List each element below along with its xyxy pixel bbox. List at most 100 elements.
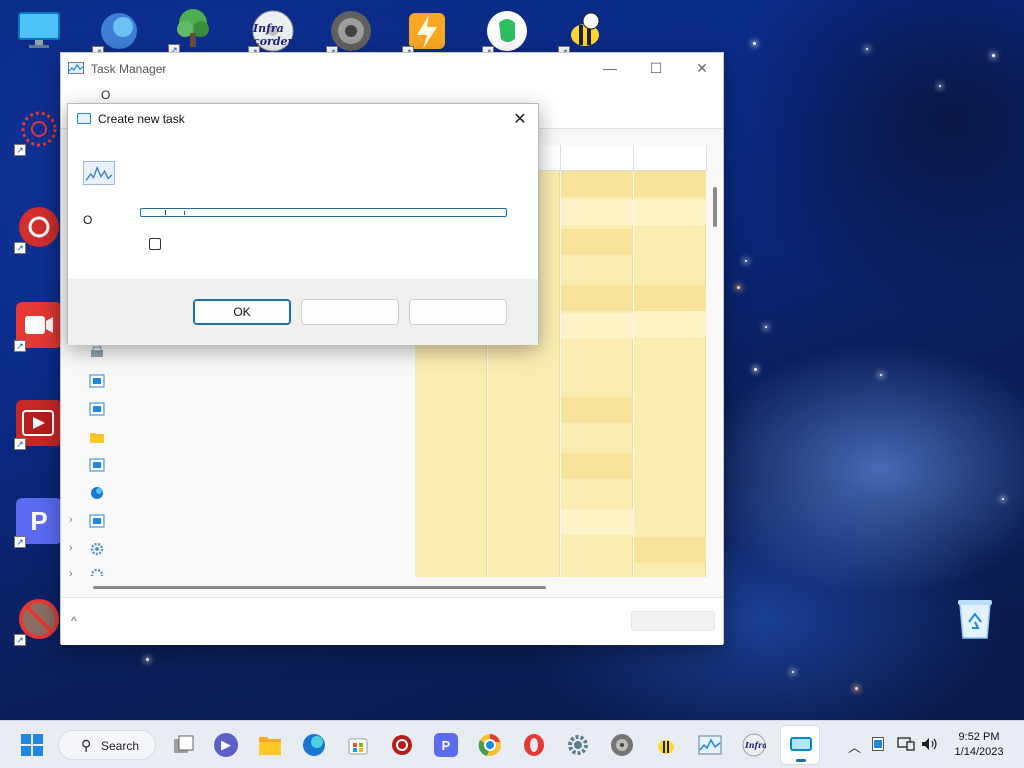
bee-icon[interactable]: ↗ <box>558 8 606 58</box>
app-window-icon <box>89 402 105 416</box>
volume-icon[interactable] <box>921 737 939 754</box>
clock-date: 1/14/2023 <box>954 746 1004 758</box>
edge-taskbar-icon[interactable] <box>302 733 326 757</box>
store-icon[interactable] <box>346 733 370 757</box>
expand-chevron-icon[interactable]: › <box>69 568 73 580</box>
gear-icon <box>90 542 104 556</box>
screen-recorder-icon[interactable]: ↗ <box>14 302 62 352</box>
horizontal-scrollbar[interactable] <box>93 586 546 589</box>
process-list: › › › <box>61 338 415 580</box>
star <box>754 368 757 371</box>
task-manager-taskbar-icon[interactable] <box>698 733 722 757</box>
metric-column <box>561 171 633 577</box>
dialog-title: Create new task <box>98 112 185 126</box>
driver-booster-icon[interactable]: ↗ <box>14 204 62 254</box>
bee-taskbar-icon[interactable] <box>654 733 678 757</box>
disc-taskbar-icon[interactable] <box>610 733 634 757</box>
maximize-button[interactable]: ☐ <box>633 53 679 83</box>
dialog-close-button[interactable]: ✕ <box>510 109 530 129</box>
tray-app-icon[interactable] <box>872 737 884 754</box>
metric-cell-highlight <box>561 229 633 255</box>
taskbar-search[interactable]: ⚲ Search <box>58 730 156 760</box>
opera-icon[interactable] <box>522 733 546 757</box>
star <box>745 260 747 262</box>
video-editor-icon[interactable]: ↗ <box>14 400 62 450</box>
metric-cell-highlight <box>561 171 633 197</box>
dialog-titlebar[interactable]: Create new task ✕ <box>68 104 538 134</box>
disc-icon[interactable]: ↗ <box>326 8 374 58</box>
metric-column <box>634 171 706 577</box>
browse-button[interactable] <box>409 299 507 325</box>
metric-cell-highlight <box>561 453 633 479</box>
ok-button[interactable]: OK <box>193 299 291 325</box>
pdf-taskbar-icon[interactable]: P <box>434 733 458 757</box>
red-network-icon[interactable]: ↗ <box>14 106 62 156</box>
metric-cell-highlight <box>561 285 633 311</box>
star <box>765 326 767 328</box>
cancel-button[interactable] <box>301 299 399 325</box>
column-separator[interactable] <box>560 145 561 171</box>
start-button[interactable] <box>20 733 44 757</box>
star <box>866 48 868 50</box>
expand-chevron-icon[interactable]: › <box>69 542 73 554</box>
app-window-icon <box>89 514 105 528</box>
column-separator[interactable] <box>633 145 634 171</box>
driver-booster-taskbar-icon[interactable] <box>390 733 414 757</box>
edge-shortcut-icon[interactable]: ↗ <box>92 8 140 58</box>
shortcut-arrow-icon: ↗ <box>14 438 26 450</box>
chrome-icon[interactable] <box>478 733 502 757</box>
metric-cell-highlight <box>634 311 706 337</box>
tree-shortcut-icon[interactable]: ↗ <box>168 6 216 56</box>
tray-overflow-chevron-icon[interactable]: ︿ <box>848 737 861 756</box>
vertical-scrollbar[interactable] <box>713 187 717 227</box>
this-pc-icon[interactable] <box>16 8 62 54</box>
run-dialog-taskbar-icon <box>790 737 812 751</box>
pdf-app-icon[interactable]: P ↗ <box>14 498 62 548</box>
end-task-button[interactable] <box>631 611 715 631</box>
metric-cell-highlight <box>561 313 633 339</box>
infra-recorder-label: Infra corder <box>253 22 294 48</box>
shortcut-arrow-icon: ↗ <box>14 144 26 156</box>
shortcut-arrow-icon: ↗ <box>14 340 26 352</box>
task-view-icon[interactable] <box>172 733 196 757</box>
app-window-icon <box>89 374 105 388</box>
minimize-button[interactable]: — <box>587 53 633 83</box>
metric-cell-highlight <box>561 509 633 535</box>
menu-item-options[interactable]: O <box>101 88 110 102</box>
admin-privileges-checkbox[interactable] <box>149 238 161 250</box>
metric-cell-highlight <box>561 397 633 423</box>
expand-chevron-icon[interactable]: › <box>69 514 73 526</box>
fewer-details-chevron-icon[interactable]: ^ <box>71 614 77 628</box>
star <box>753 42 756 45</box>
infra-recorder-icon[interactable]: Infra corder ↗ <box>248 8 296 58</box>
text-caret <box>184 211 185 215</box>
settings-gear-icon[interactable] <box>566 733 590 757</box>
recycle-bin-icon[interactable] <box>956 598 994 640</box>
shortcut-arrow-icon: ↗ <box>14 634 26 646</box>
task-manager-footer: ^ <box>61 597 723 645</box>
create-new-task-dialog: Create new task ✕ O OK <box>67 103 539 345</box>
metric-cell-highlight <box>634 537 706 563</box>
dialog-button-bar: OK <box>68 279 538 345</box>
blocked-app-icon[interactable]: ↗ <box>14 596 62 646</box>
clock[interactable]: 9:52 PM 1/14/2023 <box>944 730 1014 760</box>
column-separator[interactable] <box>706 145 707 171</box>
evernote-icon[interactable]: ↗ <box>482 8 530 58</box>
run-dialog-taskbar-button[interactable] <box>780 725 820 765</box>
metric-cell-highlight <box>561 199 633 225</box>
network-icon[interactable] <box>897 737 915 754</box>
gear-icon <box>90 568 104 576</box>
infra-recorder-taskbar-icon[interactable]: Infra <box>742 733 766 757</box>
search-icon: ⚲ <box>81 737 92 753</box>
task-manager-titlebar[interactable]: Task Manager — ☐ ✕ <box>61 53 723 83</box>
shortcut-arrow-icon: ↗ <box>14 536 26 548</box>
task-manager-logo-icon <box>68 62 84 74</box>
taskbar: ⚲ Search ▶ P Infra ︿ 9:52 PM 1/14/2023 <box>0 720 1024 768</box>
open-input[interactable] <box>140 208 507 217</box>
folder-icon <box>90 433 104 443</box>
search-label: Search <box>101 739 140 753</box>
chat-icon[interactable]: ▶ <box>214 733 238 757</box>
close-button[interactable]: ✕ <box>679 53 725 83</box>
file-explorer-icon[interactable] <box>258 733 282 757</box>
winamp-icon[interactable]: ↗ <box>402 8 450 58</box>
